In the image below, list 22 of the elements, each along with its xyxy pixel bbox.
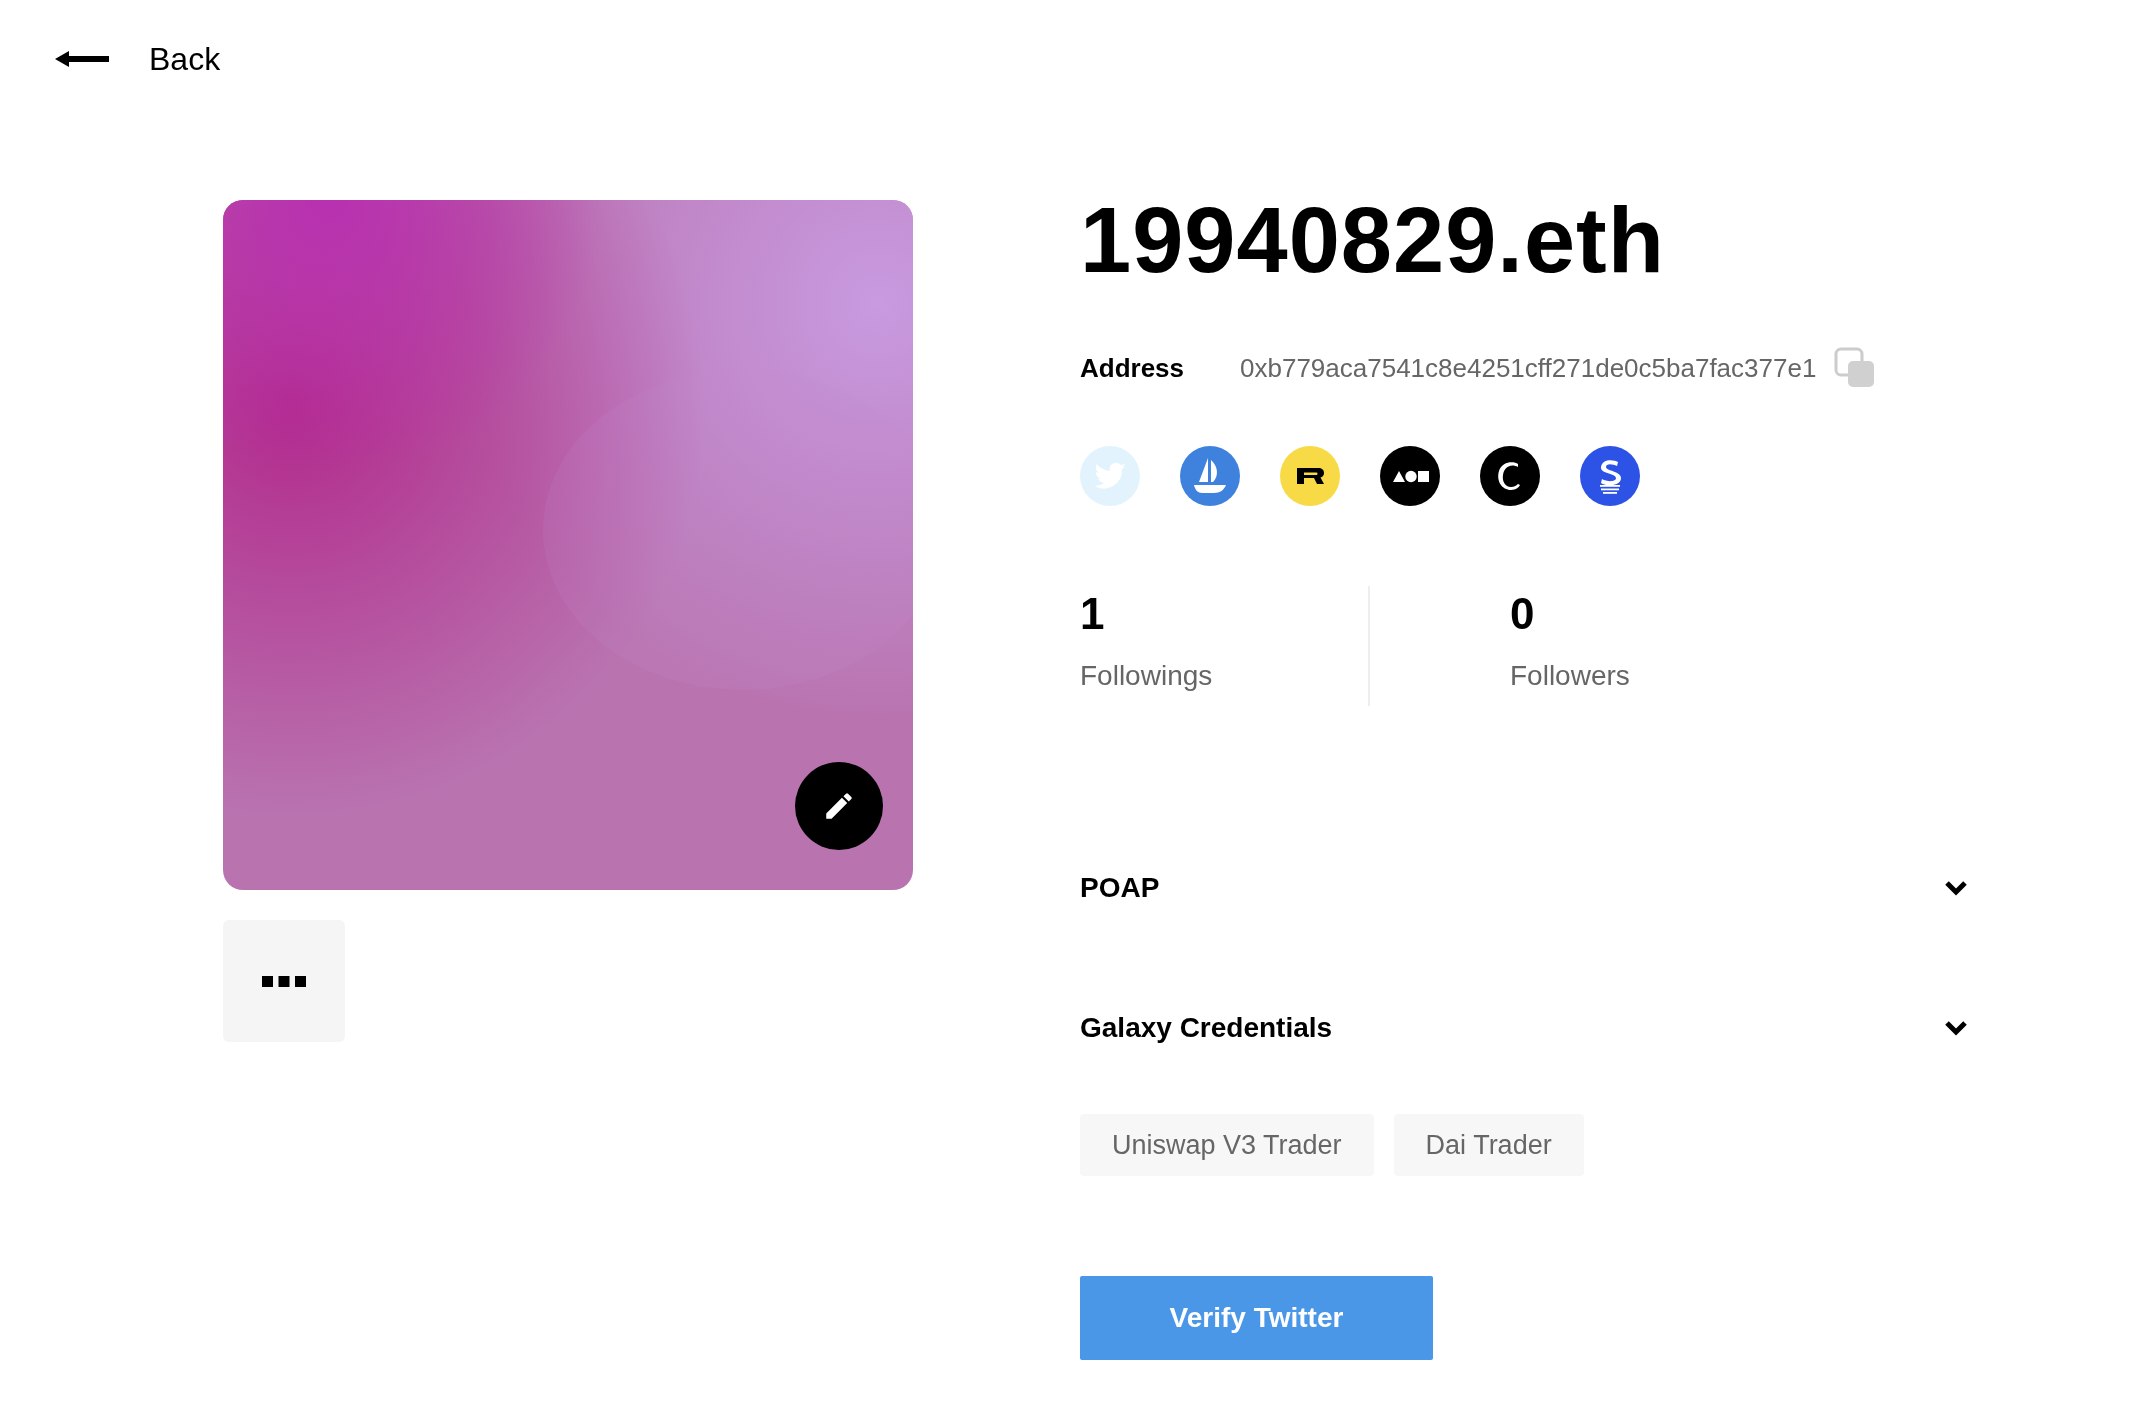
profile-name: 19940829.eth — [1080, 194, 1666, 286]
more-button[interactable] — [223, 920, 345, 1042]
shapes-icon[interactable] — [1380, 446, 1440, 506]
sailboat-icon[interactable] — [1180, 446, 1240, 506]
back-link[interactable]: Back — [149, 35, 221, 83]
back-arrow-icon[interactable] — [55, 49, 109, 69]
stat-label: Followers — [1510, 662, 1631, 693]
credential-tag: Uniswap V3 Trader — [1080, 1114, 1374, 1176]
letter-s-icon[interactable] — [1580, 446, 1640, 506]
chevron-icon[interactable] — [1944, 1020, 1968, 1036]
section-title[interactable]: POAP — [1080, 867, 1160, 909]
chevron-icon[interactable] — [1944, 880, 1968, 896]
more-icon — [262, 975, 306, 987]
stat-value: 1 — [1080, 592, 1106, 636]
stat-label: Followings — [1080, 662, 1214, 693]
address-label: Address — [1080, 351, 1186, 385]
stat-value: 0 — [1510, 592, 1536, 636]
letter-c-icon[interactable] — [1480, 446, 1540, 506]
letter-r-icon[interactable] — [1280, 446, 1340, 506]
section-title[interactable]: Galaxy Credentials — [1080, 1007, 1333, 1049]
address-text: 0xb779aca7541c8e4251cff271de0c5ba7fac377e1 — [1240, 351, 1817, 385]
credential-tag: Dai Trader — [1393, 1114, 1584, 1176]
